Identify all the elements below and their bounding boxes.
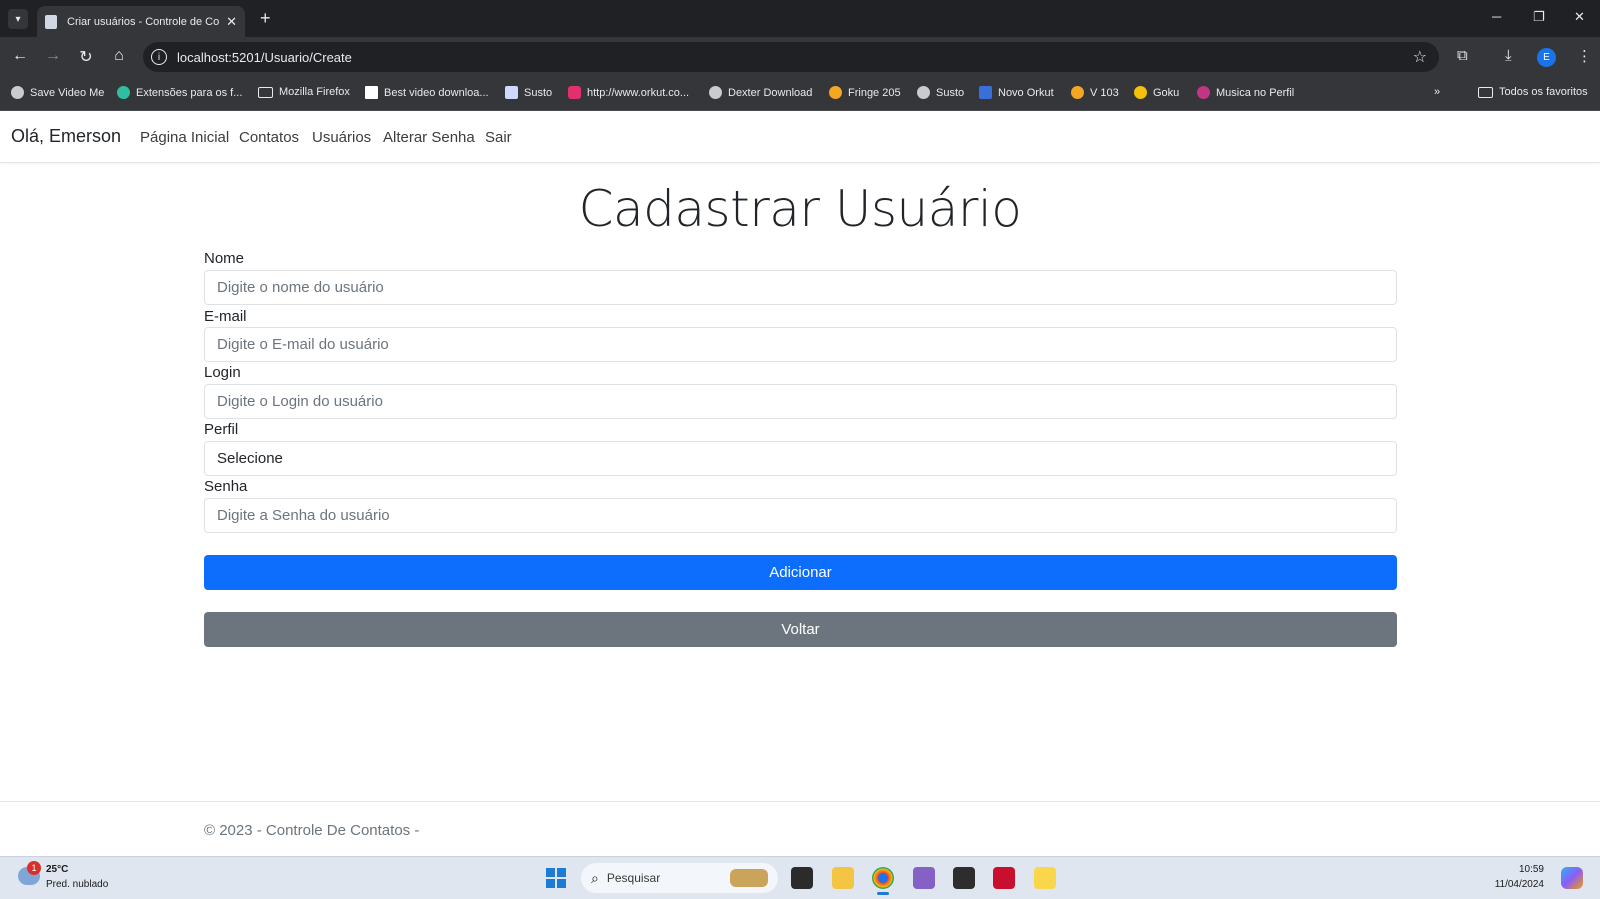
- bookmark-item[interactable]: Fringe 205: [829, 86, 901, 99]
- nav-link-logout[interactable]: Sair: [485, 129, 512, 146]
- pinwheel-icon: [1134, 86, 1147, 99]
- folder-icon: [1478, 86, 1493, 98]
- download-icon[interactable]: ⤓: [1505, 47, 1512, 64]
- bookmarks-bar: Save Video Me Extensões para os f... Moz…: [0, 77, 1600, 111]
- terminal-icon[interactable]: [953, 867, 975, 889]
- login-label: Login: [204, 364, 241, 381]
- nav-link-users[interactable]: Usuários: [312, 129, 371, 146]
- email-label: E-mail: [204, 308, 247, 325]
- bookmark-item[interactable]: Extensões para os f...: [117, 86, 242, 99]
- visual-studio-icon[interactable]: [913, 867, 935, 889]
- senha-label: Senha: [204, 478, 248, 495]
- senha-input[interactable]: [204, 498, 1397, 533]
- bookmark-item[interactable]: Dexter Download: [709, 86, 812, 99]
- perfil-label: Perfil: [204, 421, 239, 438]
- address-bar[interactable]: i localhost:5201/Usuario/Create ☆: [143, 42, 1439, 72]
- window-close-icon[interactable]: ✕: [1574, 9, 1585, 25]
- nav-link-change-password[interactable]: Alterar Senha: [383, 129, 475, 146]
- login-input[interactable]: [204, 384, 1397, 419]
- chrome-icon[interactable]: [872, 867, 894, 895]
- bookmark-item[interactable]: Susto: [505, 86, 552, 99]
- globe-icon: [709, 86, 722, 99]
- footer-copyright: © 2023 - Controle De Contatos -: [204, 822, 420, 839]
- minimize-icon[interactable]: ─: [1492, 9, 1501, 24]
- site-info-icon[interactable]: i: [151, 49, 167, 65]
- home-icon[interactable]: ⌂: [109, 47, 129, 65]
- new-tab-icon[interactable]: +: [260, 8, 271, 29]
- bookmark-item[interactable]: Save Video Me: [11, 86, 104, 99]
- browser-tab-bar: ▾ Criar usuários - Controle de Contatos …: [0, 0, 1600, 37]
- browser-toolbar: ← → ↻ ⌂ i localhost:5201/Usuario/Create …: [0, 37, 1600, 77]
- browser-tab-active[interactable]: Criar usuários - Controle de Contatos ✕: [37, 6, 245, 37]
- folder-icon: [258, 86, 273, 98]
- back-icon[interactable]: ←: [10, 47, 30, 65]
- bookmark-item[interactable]: Susto: [917, 86, 964, 99]
- tab-title: Criar usuários - Controle de Contatos: [67, 15, 220, 28]
- clock-time[interactable]: 10:59: [1484, 864, 1544, 875]
- extensions-icon[interactable]: ⧉: [1457, 47, 1468, 64]
- weather-badge: 1: [27, 861, 41, 875]
- taskbar-search-placeholder: Pesquisar: [606, 871, 661, 885]
- weather-temperature[interactable]: 25°C: [46, 864, 68, 875]
- clock-date[interactable]: 11/04/2024: [1484, 879, 1544, 890]
- bookmark-item[interactable]: Mozilla Firefox: [258, 86, 350, 98]
- menu-icon[interactable]: ⋮: [1577, 47, 1592, 65]
- user-greeting[interactable]: Olá, Emerson: [11, 126, 121, 147]
- taskbar-search[interactable]: ⌕ Pesquisar: [581, 863, 778, 893]
- bookmark-star-icon[interactable]: ☆: [1413, 47, 1427, 67]
- b-icon: [979, 86, 992, 99]
- page-favicon-icon: [45, 14, 57, 29]
- windows-start-icon[interactable]: [546, 868, 566, 888]
- perfil-selected-value: Selecione: [217, 450, 283, 467]
- nome-label: Nome: [204, 250, 245, 267]
- forward-icon[interactable]: →: [43, 47, 63, 65]
- m-icon: [1071, 86, 1084, 99]
- search-icon: ⌕: [591, 869, 599, 886]
- nav-link-contacts[interactable]: Contatos: [239, 129, 299, 146]
- page-icon: [365, 86, 378, 99]
- camera-icon: [505, 86, 518, 99]
- app-navbar: Olá, Emerson Página Inicial Contatos Usu…: [0, 111, 1600, 163]
- address-url[interactable]: localhost:5201/Usuario/Create: [177, 50, 352, 65]
- reload-icon[interactable]: ↻: [76, 47, 96, 67]
- bookmark-item[interactable]: Goku: [1134, 86, 1179, 99]
- nome-input[interactable]: [204, 270, 1397, 305]
- ring-icon: [1197, 86, 1210, 99]
- puzzle-icon: [117, 86, 130, 99]
- nav-link-home[interactable]: Página Inicial: [140, 129, 229, 146]
- add-button[interactable]: Adicionar: [204, 555, 1397, 590]
- paint-icon[interactable]: [1034, 867, 1056, 889]
- file-explorer-icon[interactable]: [832, 867, 854, 889]
- bookmark-item[interactable]: Musica no Perfil: [1197, 86, 1294, 99]
- bookmark-item[interactable]: Novo Orkut: [979, 86, 1054, 99]
- email-input[interactable]: [204, 327, 1397, 362]
- globe-icon: [11, 86, 24, 99]
- globe-icon: [917, 86, 930, 99]
- bookmark-item[interactable]: Best video downloa...: [365, 86, 489, 99]
- page-footer: © 2023 - Controle De Contatos -: [0, 801, 1600, 856]
- bookmark-item[interactable]: http://www.orkut.co...: [568, 86, 689, 99]
- back-button[interactable]: Voltar: [204, 612, 1397, 647]
- os-taskbar: 1 25°C Pred. nublado ⌕ Pesquisar 10:59 1…: [0, 856, 1600, 899]
- close-tab-icon[interactable]: ✕: [226, 14, 237, 30]
- instagram-icon: [568, 86, 581, 99]
- task-view-icon[interactable]: [791, 867, 813, 889]
- page-title: Cadastrar Usuário: [578, 180, 1022, 238]
- all-bookmarks[interactable]: Todos os favoritos: [1478, 86, 1588, 98]
- more-bookmarks-icon[interactable]: »: [1434, 86, 1440, 98]
- restore-icon[interactable]: ❐: [1533, 9, 1545, 25]
- perfil-select[interactable]: Selecione: [204, 441, 1397, 476]
- search-highlight-image: [730, 869, 768, 887]
- copilot-icon[interactable]: [1561, 867, 1583, 889]
- sql-server-icon[interactable]: [993, 867, 1015, 889]
- m-icon: [829, 86, 842, 99]
- tab-search-icon[interactable]: ▾: [8, 9, 28, 29]
- bookmark-item[interactable]: V 103: [1071, 86, 1119, 99]
- weather-description[interactable]: Pred. nublado: [46, 879, 108, 890]
- profile-avatar[interactable]: E: [1537, 48, 1556, 67]
